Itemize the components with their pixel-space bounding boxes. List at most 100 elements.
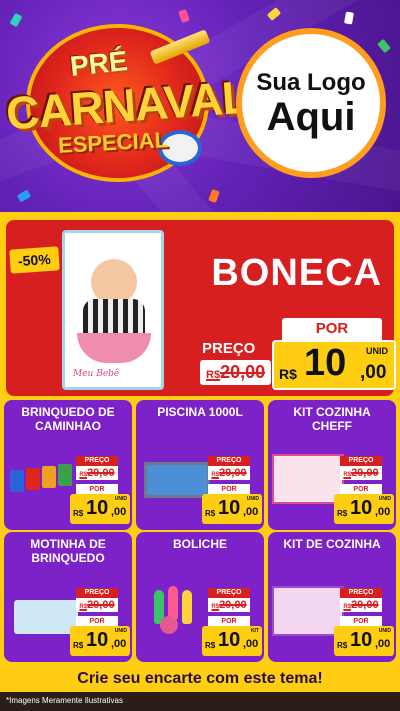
confetti-piece	[377, 38, 391, 54]
old-value: 20,00	[351, 467, 379, 479]
product-card[interactable]: BRINQUEDO DE CAMINHAO PREÇO R$20,00 POR …	[4, 400, 132, 530]
price-label: PREÇO	[340, 456, 382, 466]
offers-board: Meu Bebê -50% BONECA PREÇO R$20,00 POR R…	[0, 212, 400, 692]
product-name: MOTINHA DE BRINQUEDO	[30, 537, 106, 565]
truck-shape	[10, 470, 24, 492]
product-card[interactable]: BOLICHE PREÇO R$20,00 POR R$ 10 ,00 KIT	[136, 532, 264, 662]
product-card[interactable]: PISCINA 1000L PREÇO R$20,00 POR R$ 10 ,0…	[136, 400, 264, 530]
unit: KIT	[250, 628, 259, 634]
old-currency: R$	[79, 604, 88, 610]
old-currency: R$	[79, 472, 88, 478]
bowling-ball	[160, 616, 178, 634]
hero-price-int: 10	[304, 342, 347, 384]
currency: R$	[205, 641, 216, 650]
old-currency: R$	[211, 472, 220, 478]
unit: UNID	[378, 628, 391, 634]
old-price: R$20,00	[208, 598, 250, 612]
logo-line-2: Aqui	[266, 95, 356, 139]
pool-shape	[144, 462, 210, 498]
price-tag: R$ 10 ,00 UNID	[334, 494, 394, 524]
footer-bar: *Imagens Meramente Ilustrativas	[0, 692, 400, 711]
doll-skirt	[77, 333, 151, 363]
logo-placeholder[interactable]: Sua Logo Aqui	[236, 28, 386, 178]
logo-line-1: Sua Logo	[256, 69, 366, 96]
bowling-pin	[168, 586, 178, 620]
price-int: 10	[218, 497, 241, 519]
old-value: 20,00	[87, 467, 115, 479]
hero-offer[interactable]: Meu Bebê -50% BONECA PREÇO R$20,00 POR R…	[6, 220, 396, 396]
product-card[interactable]: KIT COZINHA CHEFF PREÇO R$20,00 POR R$ 1…	[268, 400, 396, 530]
confetti-piece	[16, 189, 32, 203]
price-label: PREÇO	[208, 588, 250, 598]
currency: R$	[337, 641, 348, 650]
product-name: KIT DE COZINHA	[283, 537, 381, 551]
price-int: 10	[350, 497, 373, 519]
price-int: 10	[350, 629, 373, 651]
price-label: PREÇO	[208, 456, 250, 466]
currency: R$	[73, 509, 84, 518]
hero-old-price: R$20,00	[200, 360, 272, 385]
price-label: PREÇO	[76, 456, 118, 466]
price-int: 10	[86, 629, 109, 651]
price-tag: R$ 10 ,00 UNID	[70, 494, 130, 524]
price-dec: ,00	[243, 638, 259, 650]
old-value: 20,00	[87, 599, 115, 611]
truck-shape	[58, 464, 72, 486]
old-currency: R$	[211, 604, 220, 610]
confetti-piece	[344, 11, 354, 25]
price-dec: ,00	[111, 506, 127, 518]
hero-por-label: POR	[282, 318, 382, 340]
price-dec: ,00	[111, 638, 127, 650]
currency: R$	[205, 509, 216, 518]
product-card[interactable]: KIT DE COZINHA PREÇO R$20,00 POR R$ 10 ,…	[268, 532, 396, 662]
price-dec: ,00	[375, 506, 391, 518]
hero-unit: UNID	[366, 346, 388, 356]
hero-old-currency: R$	[206, 369, 221, 381]
currency: R$	[337, 509, 348, 518]
product-name: BOLICHE	[173, 537, 227, 551]
product-name: BRINQUEDO DE CAMINHAO	[21, 405, 115, 433]
doll-image: Meu Bebê	[62, 230, 164, 390]
price-tag: R$ 10 ,00 UNID	[70, 626, 130, 656]
confetti-piece	[9, 12, 23, 28]
price-dec: ,00	[243, 506, 259, 518]
price-label: PREÇO	[76, 588, 118, 598]
price-tag: R$ 10 ,00 UNID	[334, 626, 394, 656]
price-tag: R$ 10 ,00 KIT	[202, 626, 262, 656]
disclaimer-text: *Imagens Meramente Ilustrativas	[6, 696, 123, 705]
price-dec: ,00	[375, 638, 391, 650]
old-currency: R$	[343, 604, 352, 610]
truck-shape	[42, 466, 56, 488]
confetti-piece	[208, 188, 220, 204]
hero-product-name: BONECA	[211, 252, 382, 294]
price-int: 10	[218, 629, 241, 651]
hero-currency: R$	[279, 366, 297, 382]
hero-price-label: PREÇO	[202, 340, 256, 357]
currency: R$	[73, 641, 84, 650]
title-pre: PRÉ	[68, 45, 129, 82]
discount-badge: -50%	[9, 246, 60, 274]
old-value: 20,00	[351, 599, 379, 611]
old-price: R$20,00	[340, 466, 382, 480]
product-name: KIT COZINHA CHEFF	[293, 405, 371, 433]
box-label: Meu Bebê	[73, 369, 120, 379]
cta-banner[interactable]: Crie seu encarte com este tema!	[12, 666, 388, 692]
hero-price-tag: R$ 10 ,00 UNID	[272, 340, 396, 390]
old-price: R$20,00	[76, 598, 118, 612]
product-card[interactable]: MOTINHA DE BRINQUEDO PREÇO R$20,00 POR R…	[4, 532, 132, 662]
old-price: R$20,00	[208, 466, 250, 480]
unit: UNID	[246, 496, 259, 502]
old-price: R$20,00	[76, 466, 118, 480]
unit: UNID	[114, 628, 127, 634]
unit: UNID	[114, 496, 127, 502]
hero-price-dec: ,00	[360, 362, 387, 383]
hero-old-value: 20,00	[220, 362, 266, 382]
price-label: PREÇO	[340, 588, 382, 598]
bowling-pin	[182, 590, 192, 624]
old-value: 20,00	[219, 599, 247, 611]
moto-box	[14, 600, 78, 634]
unit: UNID	[378, 496, 391, 502]
old-currency: R$	[343, 472, 352, 478]
price-tag: R$ 10 ,00 UNID	[202, 494, 262, 524]
price-int: 10	[86, 497, 109, 519]
